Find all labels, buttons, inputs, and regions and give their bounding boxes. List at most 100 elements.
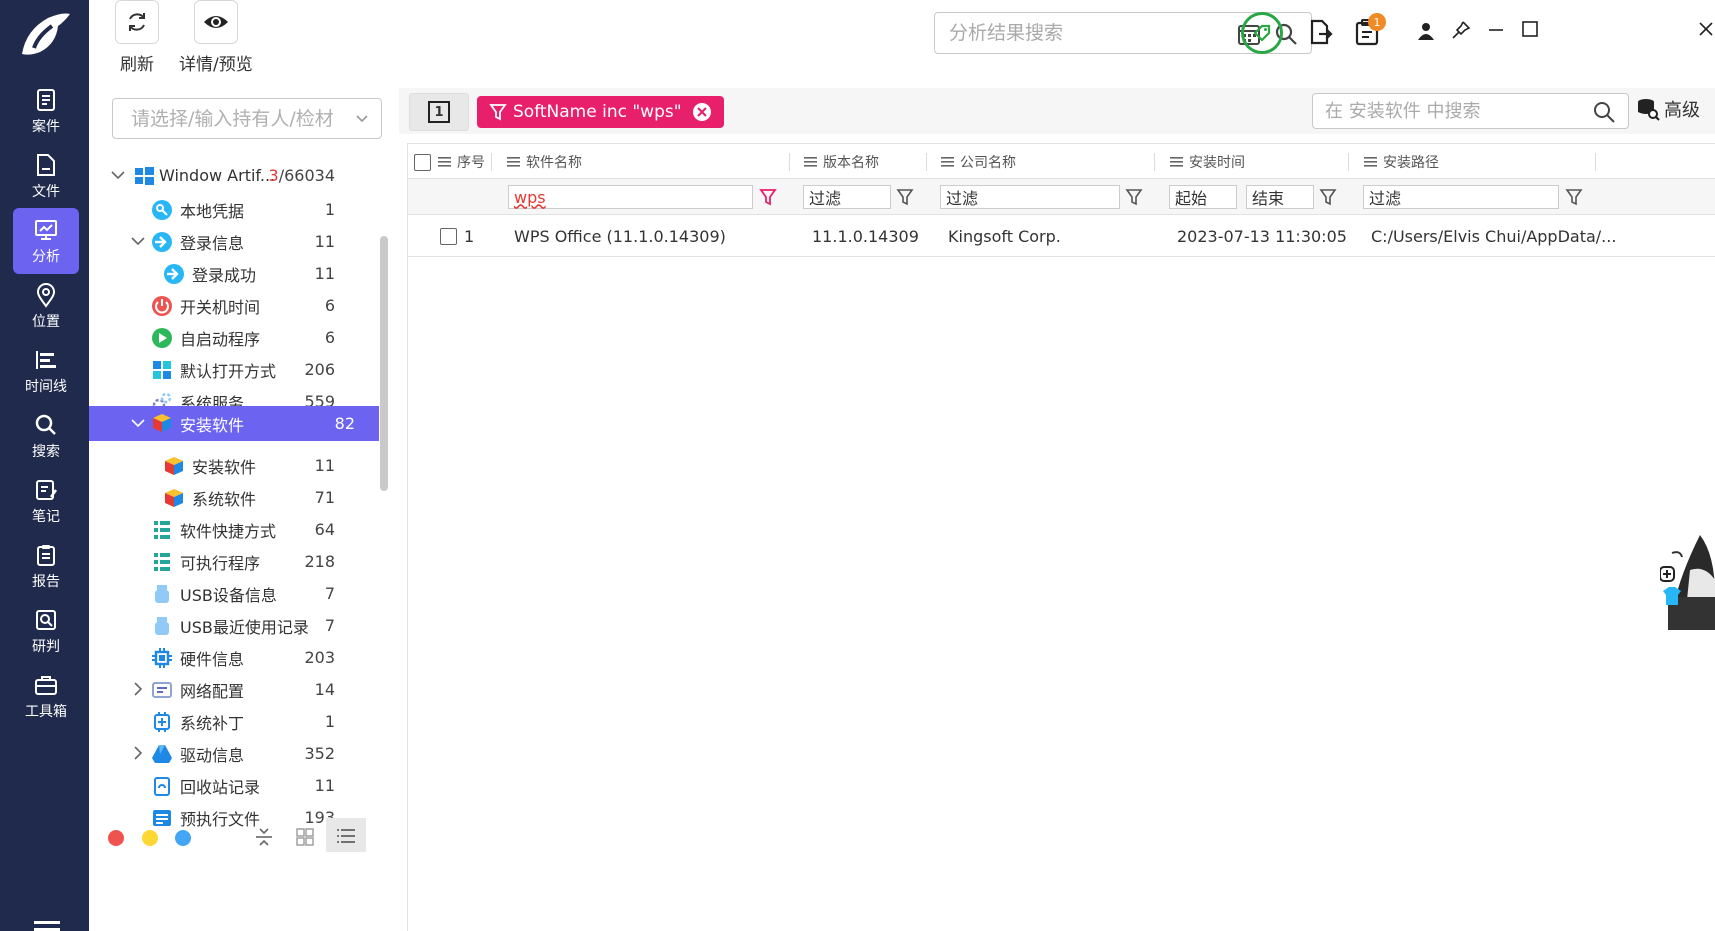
- nav-item-judge[interactable]: 研判: [13, 598, 79, 664]
- time-start-filter-input[interactable]: 起始: [1169, 185, 1237, 209]
- holder-select[interactable]: [112, 98, 382, 139]
- nav-item-analysis[interactable]: 分析: [13, 208, 79, 274]
- column-separator[interactable]: [491, 153, 492, 171]
- maximize-icon[interactable]: [1521, 20, 1539, 38]
- grid-view-icon[interactable]: [296, 828, 314, 846]
- filter-icon[interactable]: [896, 188, 914, 206]
- tree-item-hardware[interactable]: 硬件信息 203: [89, 640, 379, 675]
- chevron-right-icon[interactable]: [129, 744, 147, 762]
- column-header-software-name[interactable]: 软件名称: [507, 144, 582, 180]
- column-separator[interactable]: [926, 153, 927, 171]
- tree-item-installed-software[interactable]: 安装软件 82: [89, 406, 379, 441]
- status-dot-yellow[interactable]: [142, 830, 158, 846]
- chevron-down-icon[interactable]: [109, 166, 127, 184]
- tree-item-autostart[interactable]: 自启动程序 6: [89, 320, 379, 355]
- filter-icon[interactable]: [1565, 188, 1583, 206]
- tree-item-network[interactable]: 网络配置 14: [89, 672, 379, 707]
- filter-icon[interactable]: [1319, 188, 1337, 206]
- filter-icon[interactable]: [1125, 188, 1143, 206]
- nav-item-location[interactable]: 位置: [13, 273, 79, 339]
- column-separator[interactable]: [1348, 153, 1349, 171]
- select-all-checkbox[interactable]: [414, 153, 431, 171]
- search-icon[interactable]: [1592, 100, 1616, 124]
- column-menu-icon[interactable]: [941, 157, 954, 167]
- tree-item-installed-software-child[interactable]: 安装软件 11: [89, 448, 379, 483]
- column-filter-row: wps 过滤 过滤 起始 结束 过滤: [408, 179, 1715, 215]
- nav-item-case[interactable]: 案件: [13, 78, 79, 144]
- column-header-version[interactable]: 版本名称: [804, 144, 879, 180]
- software-name-filter-input[interactable]: wps: [508, 185, 753, 209]
- tree-item-system-software[interactable]: 系统软件 71: [89, 480, 379, 515]
- nav-item-file[interactable]: 文件: [13, 143, 79, 209]
- column-separator[interactable]: [789, 153, 790, 171]
- assistant-mascot-icon[interactable]: [1660, 535, 1715, 630]
- remove-filter-icon[interactable]: [692, 102, 712, 122]
- analysis-search-input[interactable]: [949, 22, 1229, 44]
- user-icon[interactable]: [1417, 22, 1435, 40]
- version-filter-input[interactable]: 过滤: [803, 185, 891, 209]
- column-menu-icon[interactable]: [507, 157, 520, 167]
- nav-item-note[interactable]: 笔记: [13, 468, 79, 534]
- nav-item-toolbox[interactable]: 工具箱: [13, 663, 79, 729]
- status-dot-blue[interactable]: [175, 830, 191, 846]
- minimize-icon[interactable]: [1487, 20, 1505, 38]
- active-filter-chip[interactable]: SoftName inc "wps": [477, 96, 724, 128]
- tree-root-windows-artifacts[interactable]: Window Artif... 3/66034: [89, 158, 379, 193]
- list-view-button[interactable]: [326, 818, 366, 852]
- select-all-checkbox-cell[interactable]: [414, 144, 431, 180]
- tree-item-shortcut[interactable]: 软件快捷方式 64: [89, 512, 379, 547]
- tree-item-power-time[interactable]: 开关机时间 6: [89, 288, 379, 323]
- page-indicator-button[interactable]: 1: [409, 93, 469, 131]
- column-separator[interactable]: [1154, 153, 1155, 171]
- tree-item-usb-device[interactable]: USB设备信息 7: [89, 576, 379, 611]
- tree-item-login-info[interactable]: 登录信息 11: [89, 224, 379, 259]
- collapse-icon[interactable]: [254, 826, 274, 848]
- chevron-down-icon[interactable]: [129, 414, 147, 432]
- column-header-install-time[interactable]: 安装时间: [1170, 144, 1245, 180]
- column-menu-icon[interactable]: [438, 157, 451, 167]
- holder-select-input[interactable]: [131, 107, 351, 130]
- task-list-button[interactable]: 1: [1351, 13, 1386, 48]
- table-row[interactable]: 1 WPS Office (11.1.0.14309) 11.1.0.14309…: [408, 215, 1715, 257]
- chevron-down-icon[interactable]: [129, 232, 147, 250]
- column-separator[interactable]: [1595, 153, 1596, 171]
- column-menu-icon[interactable]: [1170, 157, 1183, 167]
- chip-icon: [152, 648, 172, 668]
- local-search-input[interactable]: [1325, 100, 1575, 122]
- close-icon[interactable]: [1697, 20, 1715, 38]
- tree-item-usb-recent[interactable]: USB最近使用记录 7: [89, 608, 379, 643]
- nav-item-search[interactable]: 搜索: [13, 403, 79, 469]
- column-menu-icon[interactable]: [804, 157, 817, 167]
- menu-icon[interactable]: [34, 917, 60, 931]
- chevron-right-icon[interactable]: [129, 680, 147, 698]
- package-icon: [165, 457, 183, 475]
- column-header-install-path[interactable]: 安装路径: [1364, 144, 1439, 180]
- company-filter-input[interactable]: 过滤: [940, 185, 1120, 209]
- column-menu-icon[interactable]: [1364, 157, 1377, 167]
- tree-item-local-credential[interactable]: 本地凭据 1: [89, 192, 379, 227]
- nav-item-report[interactable]: 报告: [13, 533, 79, 599]
- path-filter-input[interactable]: 过滤: [1363, 185, 1559, 209]
- advanced-search-button[interactable]: 高级: [1636, 96, 1700, 122]
- column-header-company[interactable]: 公司名称: [941, 144, 1016, 180]
- refresh-button[interactable]: 刷新: [115, 0, 159, 75]
- column-header-index[interactable]: 序号: [438, 144, 485, 180]
- filter-active-icon[interactable]: [759, 188, 777, 206]
- tree-item-executable[interactable]: 可执行程序 218: [89, 544, 379, 579]
- row-checkbox-cell[interactable]: [440, 215, 457, 257]
- tree-item-recycle-bin[interactable]: 回收站记录 11: [89, 768, 379, 803]
- export-button[interactable]: [1304, 16, 1336, 48]
- app-logo-icon: [22, 13, 70, 55]
- status-dot-red[interactable]: [108, 830, 124, 846]
- row-checkbox[interactable]: [440, 227, 457, 245]
- tree-item-login-success[interactable]: 登录成功 11: [89, 256, 379, 291]
- tree-scrollbar[interactable]: [380, 236, 388, 491]
- shield-status-button[interactable]: [1241, 12, 1283, 54]
- tree-item-default-open[interactable]: 默认打开方式 206: [89, 352, 379, 387]
- pin-icon[interactable]: [1451, 20, 1471, 40]
- time-end-filter-input[interactable]: 结束: [1246, 185, 1314, 209]
- nav-item-timeline[interactable]: 时间线: [13, 338, 79, 404]
- tree-item-system-patch[interactable]: 系统补丁 1: [89, 704, 379, 739]
- tree-item-driver[interactable]: 驱动信息 352: [89, 736, 379, 771]
- preview-button[interactable]: 详情/预览: [179, 0, 253, 75]
